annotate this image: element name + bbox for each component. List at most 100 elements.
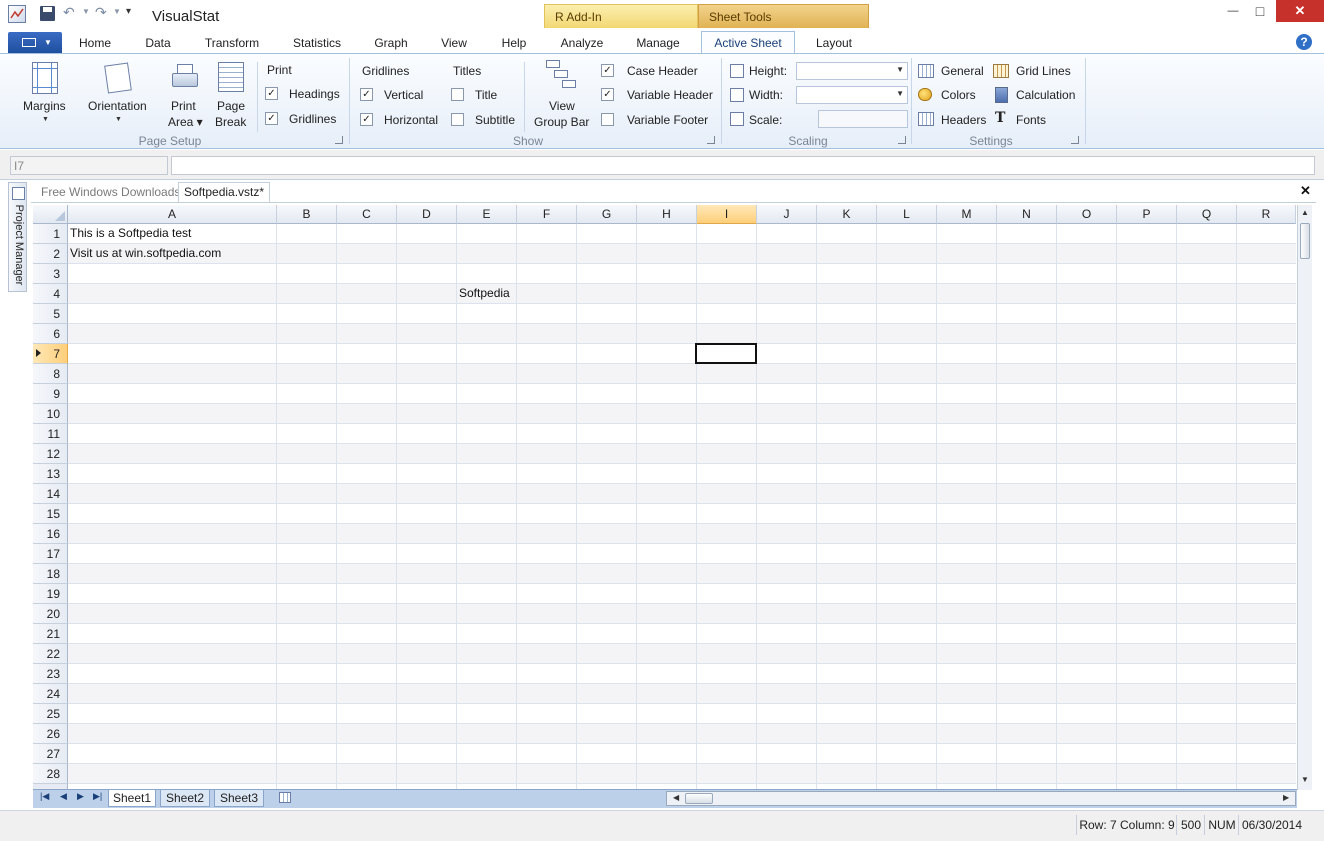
height-dropdown[interactable]: ▼ [796,62,908,80]
horizontal-gridlines-checkbox[interactable]: ✓ [360,113,373,126]
print-area-button[interactable]: Print Area ▾ [166,60,206,130]
column-header[interactable]: M [937,205,997,224]
row-header[interactable]: 2 [33,244,68,264]
gridlines-print-checkbox[interactable]: ✓ [265,112,278,125]
sheet-tab-2[interactable]: Sheet2 [160,790,210,807]
row-header[interactable]: 20 [33,604,68,624]
project-manager-panel[interactable]: Project Manager [8,182,27,292]
vertical-scroll-thumb[interactable] [1300,223,1310,259]
doc-tab-softpedia[interactable]: Softpedia.vstz* [178,182,271,202]
column-header[interactable]: C [337,205,397,224]
row-header[interactable]: 5 [33,304,68,324]
row-header[interactable]: 28 [33,764,68,784]
scale-input[interactable] [818,110,908,128]
vertical-gridlines-checkbox[interactable]: ✓ [360,88,373,101]
tab-analyze[interactable]: Analyze [552,34,612,54]
colors-button[interactable]: Colors [941,88,976,102]
row-header[interactable]: 11 [33,424,68,444]
calculation-button[interactable]: Calculation [1016,88,1075,102]
customize-toolbar-icon[interactable]: ▾ [126,6,131,17]
row-header[interactable]: 26 [33,724,68,744]
cell-reference-box[interactable]: I7 [10,156,168,175]
column-header[interactable]: Q [1177,205,1237,224]
row-header[interactable]: 1 [33,224,68,244]
cell-e4[interactable]: Softpedia [459,284,510,304]
cell-a1[interactable]: This is a Softpedia test [70,224,191,244]
row-header[interactable]: 10 [33,404,68,424]
tab-home[interactable]: Home [68,34,122,54]
row-header[interactable]: 14 [33,484,68,504]
last-sheet-icon[interactable]: ▶| [93,791,102,802]
close-button[interactable]: ✕ [1276,0,1324,22]
tab-data[interactable]: Data [134,34,182,54]
column-header[interactable]: B [277,205,337,224]
margins-button[interactable]: Margins ▼ [20,60,70,130]
scroll-down-icon[interactable]: ▼ [1299,773,1311,787]
column-header[interactable]: K [817,205,877,224]
application-menu-button[interactable]: ▼ [8,32,62,53]
fonts-button[interactable]: Fonts [1016,113,1046,127]
tab-transform[interactable]: Transform [197,34,267,54]
column-header[interactable]: A [68,205,277,224]
column-header[interactable]: G [577,205,637,224]
row-header[interactable]: 16 [33,524,68,544]
column-header[interactable]: E [457,205,517,224]
page-setup-dialog-launcher[interactable] [335,136,343,144]
first-sheet-icon[interactable]: |◀ [40,791,49,802]
column-header[interactable]: R [1237,205,1296,224]
select-all-corner[interactable] [33,205,68,224]
column-header[interactable]: L [877,205,937,224]
show-dialog-launcher[interactable] [707,136,715,144]
general-button[interactable]: General [941,64,984,78]
page-break-button[interactable]: Page Break [212,60,248,130]
cell-a2[interactable]: Visit us at win.softpedia.com [70,244,221,264]
scroll-right-icon[interactable]: ▶ [1283,793,1289,802]
redo-icon[interactable]: ↷ [95,4,107,21]
close-document-icon[interactable]: ✕ [1300,183,1311,199]
context-tab-sheet-tools[interactable]: Sheet Tools [698,4,869,28]
prev-sheet-icon[interactable]: ◀ [60,791,67,802]
row-header[interactable]: 18 [33,564,68,584]
row-header[interactable]: 8 [33,364,68,384]
tab-active-sheet[interactable]: Active Sheet [701,31,795,55]
row-header[interactable]: 19 [33,584,68,604]
column-header[interactable]: I [697,205,757,224]
tab-help[interactable]: Help [490,34,538,54]
row-header[interactable]: 23 [33,664,68,684]
scroll-left-icon[interactable]: ◀ [673,793,679,802]
column-header[interactable]: N [997,205,1057,224]
row-header[interactable]: 15 [33,504,68,524]
grid-lines-button[interactable]: Grid Lines [1016,64,1071,78]
tab-statistics[interactable]: Statistics [282,34,352,54]
row-header[interactable]: 25 [33,704,68,724]
tab-graph[interactable]: Graph [365,34,417,54]
headings-checkbox[interactable]: ✓ [265,87,278,100]
settings-dialog-launcher[interactable] [1071,136,1079,144]
row-header[interactable]: 13 [33,464,68,484]
scaling-dialog-launcher[interactable] [898,136,906,144]
view-group-bar-button[interactable]: View Group Bar [530,58,592,130]
row-header[interactable]: 22 [33,644,68,664]
headers-button[interactable]: Headers [941,113,986,127]
column-header[interactable]: F [517,205,577,224]
scroll-up-icon[interactable]: ▲ [1299,206,1311,220]
redo-dropdown-icon[interactable]: ▼ [113,7,121,16]
case-header-checkbox[interactable]: ✓ [601,64,614,77]
formula-input[interactable] [171,156,1315,175]
minimize-button[interactable]: — [1218,0,1248,22]
tab-manage[interactable]: Manage [626,34,690,54]
subtitle-checkbox[interactable] [451,113,464,126]
doc-tab-free-windows-downloads[interactable]: Free Windows Downloads [36,184,185,201]
undo-dropdown-icon[interactable]: ▼ [82,7,90,16]
variable-footer-checkbox[interactable] [601,113,614,126]
width-dropdown[interactable]: ▼ [796,86,908,104]
variable-header-checkbox[interactable]: ✓ [601,88,614,101]
help-icon[interactable]: ? [1296,34,1312,50]
row-header[interactable]: 21 [33,624,68,644]
horizontal-scrollbar[interactable]: ◀ ▶ [666,791,1296,806]
column-header[interactable]: P [1117,205,1177,224]
column-header[interactable]: D [397,205,457,224]
save-icon[interactable] [40,6,55,21]
new-sheet-icon[interactable] [279,792,291,803]
row-header[interactable]: 4 [33,284,68,304]
